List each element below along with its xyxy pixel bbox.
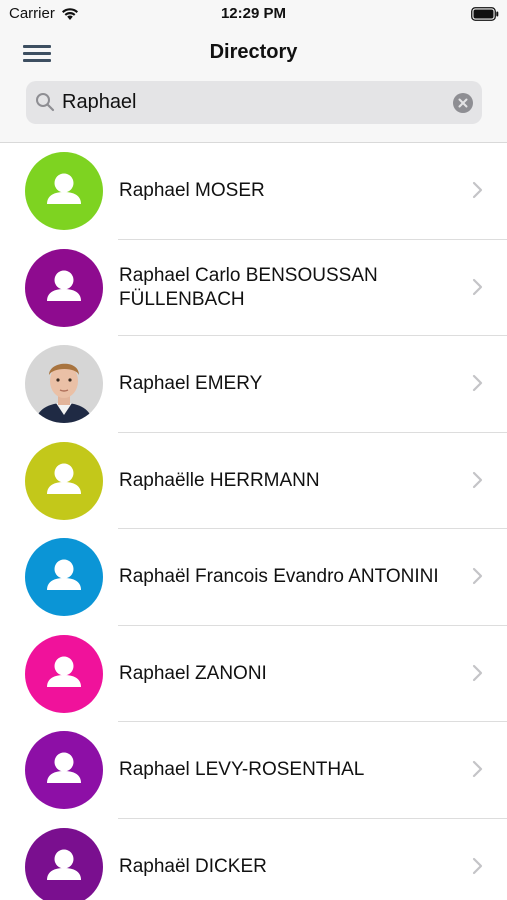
contact-name: Raphael Carlo BENSOUSSAN FÜLLENBACH (119, 264, 378, 310)
contact-row[interactable]: Raphael Carlo BENSOUSSAN FÜLLENBACH (0, 240, 507, 336)
contact-name: Raphaëlle HERRMANN (119, 469, 320, 491)
avatar (25, 248, 103, 327)
chevron-right-icon (472, 857, 483, 874)
app-header: Carrier 12:29 PM Directory (0, 0, 507, 143)
battery-icon (471, 7, 499, 21)
contact-row[interactable]: Raphaël DICKER (0, 819, 507, 900)
magnifier-icon (36, 93, 55, 112)
avatar (25, 441, 103, 520)
chevron-right-icon (472, 278, 483, 295)
status-bar: Carrier 12:29 PM (0, 0, 507, 30)
status-time: 12:29 PM (220, 5, 287, 22)
contact-name: Raphael MOSER (119, 180, 265, 201)
person-placeholder-icon (25, 441, 103, 520)
avatar (25, 152, 103, 230)
contact-name: Raphael ZANONI (119, 662, 267, 684)
chevron-right-icon (472, 471, 483, 488)
contact-row[interactable]: Raphaël Francois Evandro ANTONINI (0, 529, 507, 626)
page-title: Directory (209, 41, 298, 63)
avatar (25, 731, 103, 809)
contact-name: Raphaël Francois Evandro ANTONINI (119, 566, 439, 587)
person-placeholder-icon (25, 248, 103, 327)
profile-photo (25, 345, 103, 423)
contact-row[interactable]: Raphael EMERY (0, 336, 507, 433)
person-placeholder-icon (25, 538, 103, 616)
chevron-right-icon (472, 374, 483, 392)
person-placeholder-icon (25, 827, 103, 900)
avatar (25, 634, 103, 713)
avatar (25, 538, 103, 616)
chevron-right-icon (472, 664, 483, 681)
contact-row[interactable]: Raphael ZANONI (0, 626, 507, 722)
search-input[interactable] (62, 81, 442, 124)
person-placeholder-icon (25, 634, 103, 713)
avatar (25, 345, 103, 423)
avatar (25, 827, 103, 900)
contact-row[interactable]: Raphael MOSER (0, 143, 507, 240)
chevron-right-icon (472, 181, 483, 199)
contact-name: Raphael EMERY (119, 373, 263, 394)
person-placeholder-icon (25, 731, 103, 809)
contact-name: Raphaël DICKER (119, 855, 267, 877)
contact-row[interactable]: Raphael LEVY-ROSENTHAL (0, 722, 507, 819)
contact-list: Raphael MOSER Raphael Carlo BENSOUSSAN F… (0, 143, 507, 900)
chevron-right-icon (472, 760, 483, 778)
search-bar[interactable] (26, 81, 482, 124)
contact-row[interactable]: Raphaëlle HERRMANN (0, 433, 507, 529)
clear-circle-icon[interactable] (453, 93, 473, 113)
person-placeholder-icon (25, 152, 103, 230)
navigation-bar: Directory (0, 33, 507, 73)
contact-name: Raphael LEVY-ROSENTHAL (119, 759, 365, 780)
chevron-right-icon (472, 567, 483, 585)
